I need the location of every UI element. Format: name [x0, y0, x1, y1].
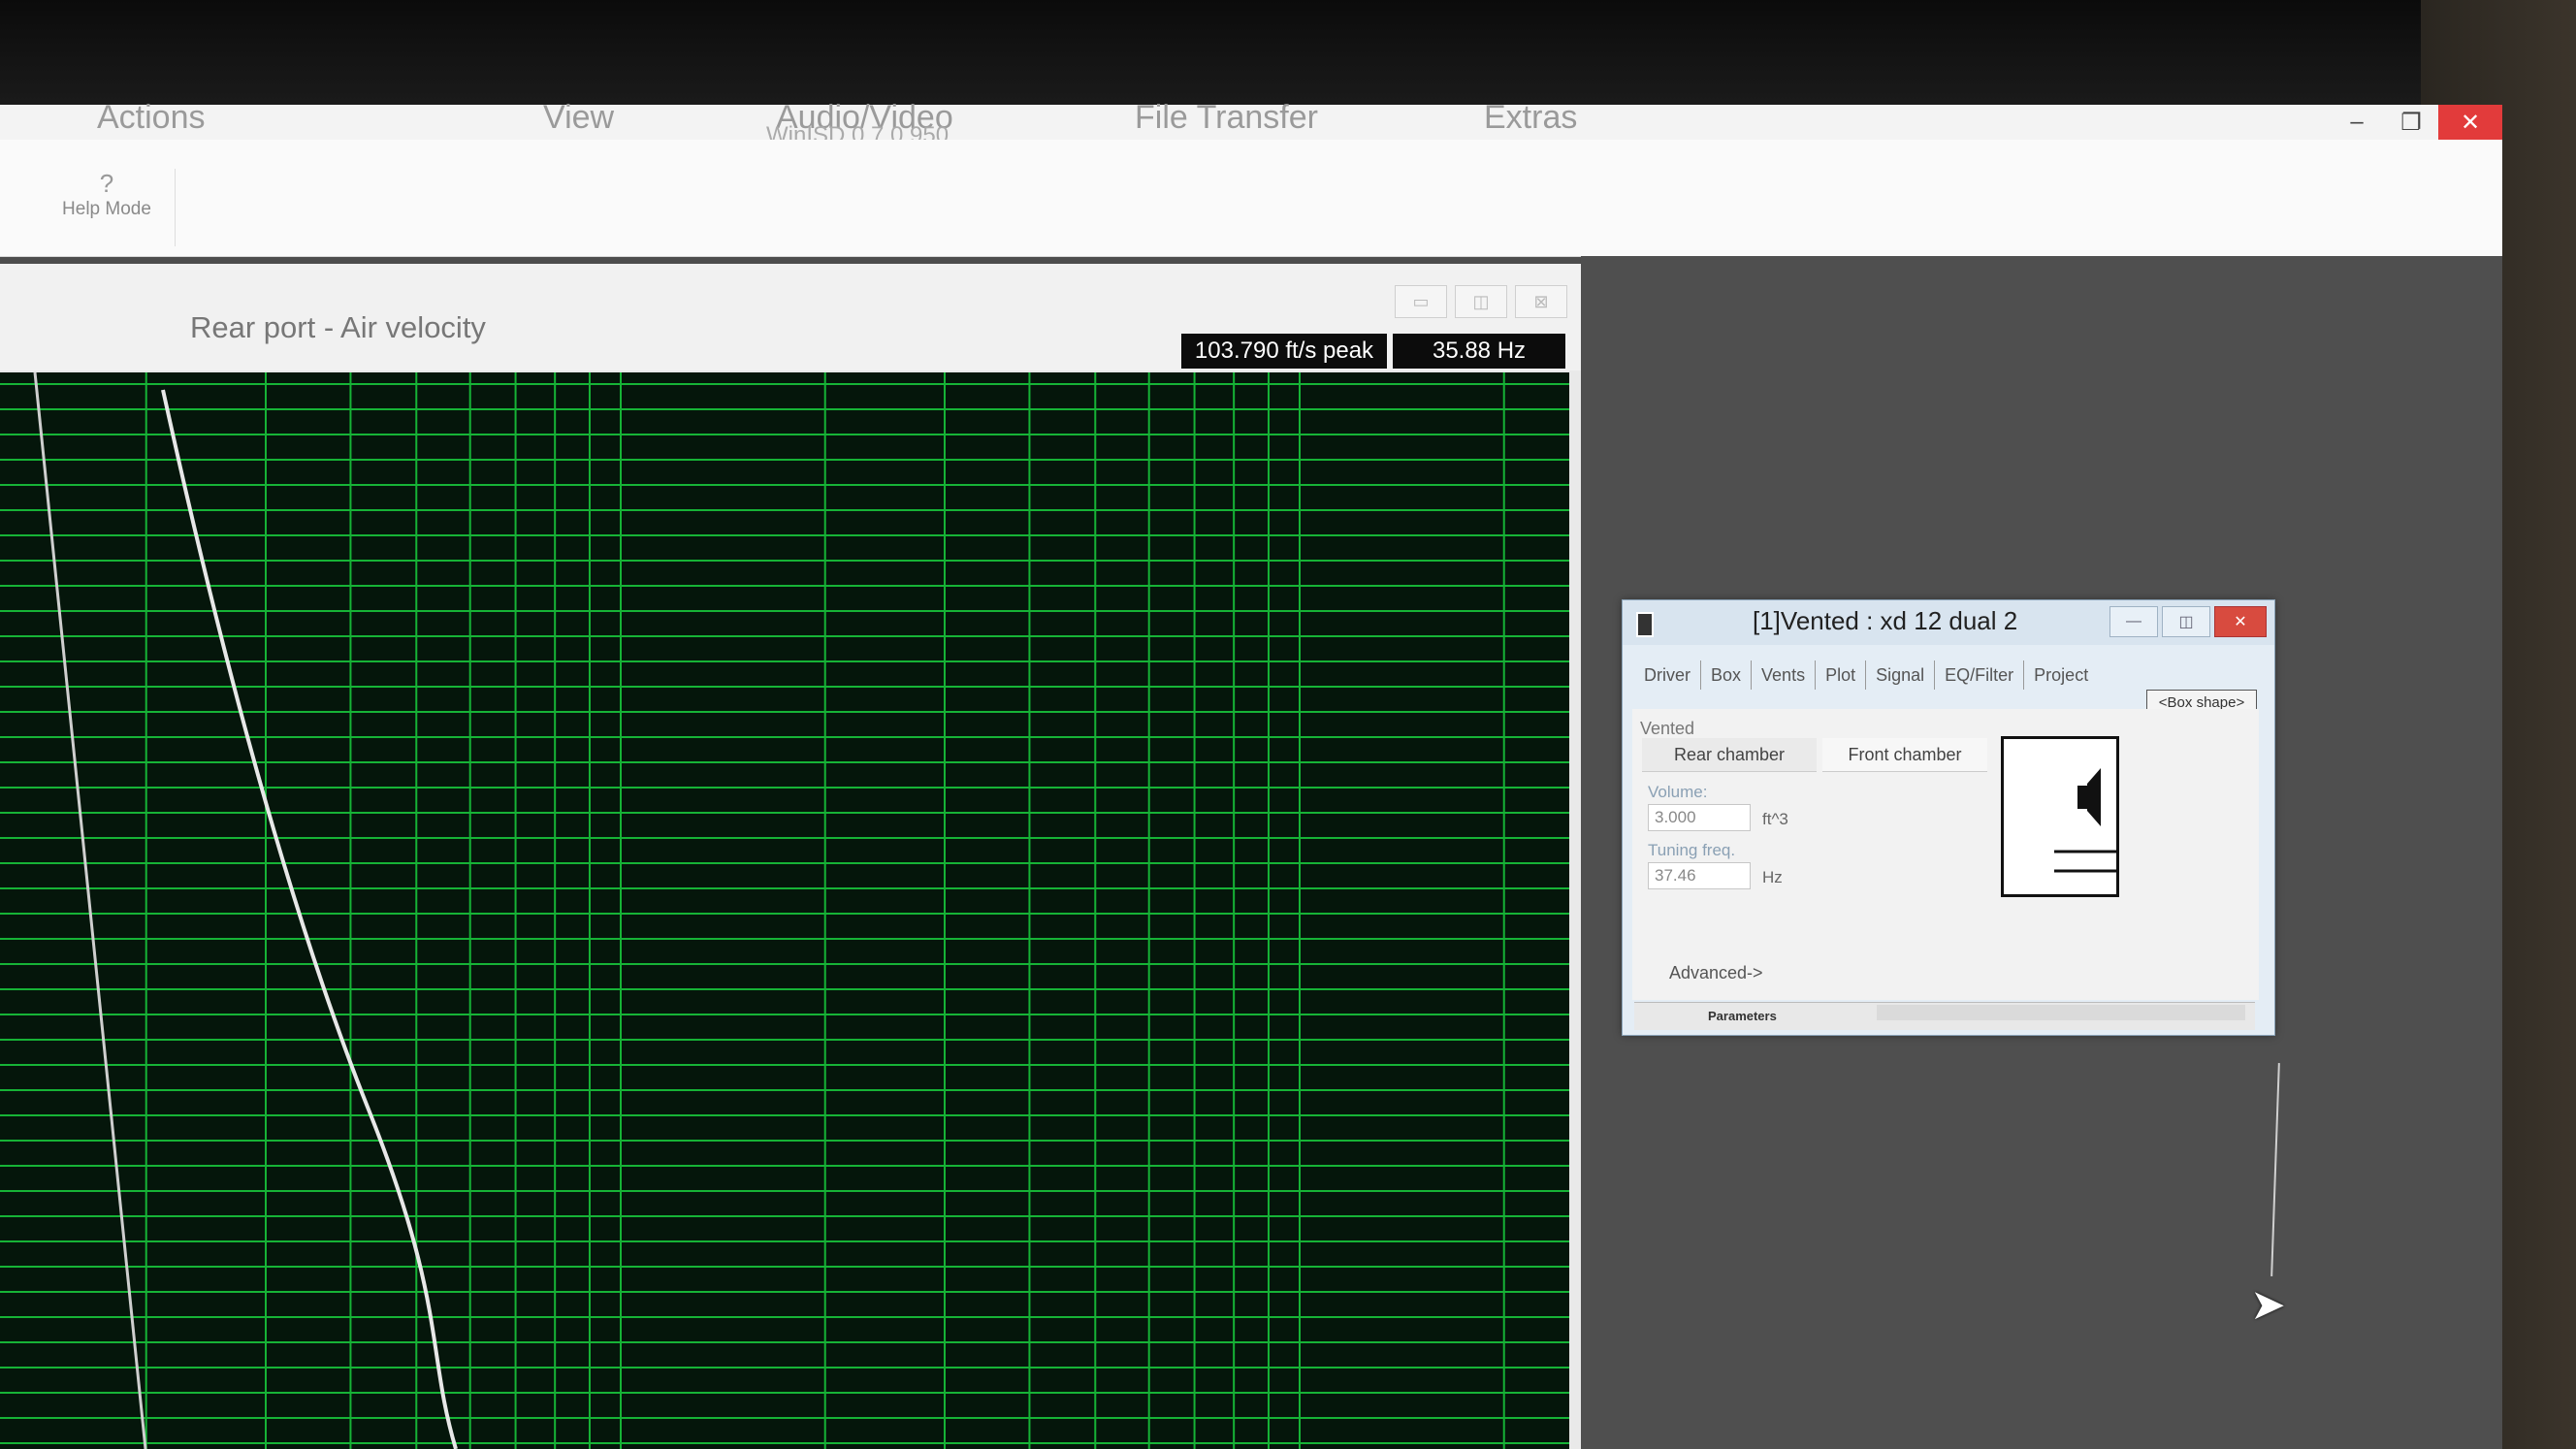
plot-title: Rear port - Air velocity: [190, 310, 486, 344]
tab-plot[interactable]: Plot: [1816, 660, 1867, 690]
menu-item-actions[interactable]: Actions: [97, 99, 206, 137]
tuning-freq-label: Tuning freq.: [1648, 841, 1736, 859]
window-icon: [1636, 612, 1654, 637]
volume-label: Volume:: [1648, 783, 1708, 801]
plot-window-controls: ▭ ◫ ⊠: [1395, 285, 1567, 318]
left-axis-line: [33, 372, 147, 1449]
tab-project[interactable]: Project: [2024, 660, 2098, 690]
plot-maximize-button[interactable]: ◫: [1455, 285, 1507, 318]
tab-signal[interactable]: Signal: [1866, 660, 1936, 690]
horizontal-scrollbar[interactable]: [1877, 1005, 2245, 1020]
mouse-cursor-icon: ➤: [2250, 1281, 2286, 1329]
tuning-freq-unit: Hz: [1762, 868, 1783, 886]
frequency-readout: 35.88 Hz: [1393, 334, 1565, 369]
box-diagram: [2001, 736, 2119, 897]
plot-area[interactable]: [0, 372, 1569, 1449]
front-chamber-tab[interactable]: Front chamber: [1822, 738, 1987, 772]
menu-bar: Actions View Audio/Video File Transfer E…: [0, 99, 2502, 148]
window-controls: – ❐ ✕: [2330, 105, 2502, 140]
volume-unit: ft^3: [1762, 810, 1788, 828]
minimize-button[interactable]: –: [2330, 105, 2384, 140]
help-icon: ?: [99, 169, 114, 198]
menu-item-file-transfer[interactable]: File Transfer: [1135, 99, 1318, 137]
box-panel: Vented Rear chamber Front chamber Volume…: [1632, 709, 2259, 1000]
menu-item-view[interactable]: View: [543, 99, 614, 137]
close-button[interactable]: ✕: [2438, 105, 2502, 140]
plot-minimize-button[interactable]: ▭: [1395, 285, 1447, 318]
dialog-close-button[interactable]: ✕: [2214, 606, 2267, 637]
tab-box[interactable]: Box: [1701, 660, 1753, 690]
speaker-box-icon: [2054, 768, 2116, 873]
volume-input[interactable]: [1648, 804, 1751, 831]
dialog-bottom-tabs: Parameters: [1634, 1002, 2255, 1030]
restore-button[interactable]: ❐: [2384, 105, 2438, 140]
tab-vents[interactable]: Vents: [1752, 660, 1817, 690]
dialog-restore-button[interactable]: ◫: [2162, 606, 2210, 637]
vented-section-label: Vented: [1640, 719, 1695, 738]
tab-parameters[interactable]: Parameters: [1708, 1009, 1777, 1023]
velocity-curve: [161, 389, 458, 1449]
plot-close-button[interactable]: ⊠: [1515, 285, 1567, 318]
menu-item-extras[interactable]: Extras: [1484, 99, 1577, 137]
help-mode-label: Help Mode: [62, 199, 151, 219]
advanced-link[interactable]: Advanced->: [1669, 963, 1763, 983]
dialog-window-controls: — ◫ ✕: [2109, 606, 2267, 637]
tuning-freq-input[interactable]: [1648, 862, 1751, 889]
plot-titlebar: Rear port - Air velocity ▭ ◫ ⊠ 103.790 f…: [0, 264, 1581, 370]
vented-project-dialog: [1]Vented : xd 12 dual 2 — ◫ ✕ Driver Bo…: [1622, 599, 2275, 1036]
tab-driver[interactable]: Driver: [1634, 660, 1701, 690]
rear-chamber-tab[interactable]: Rear chamber: [1642, 738, 1817, 772]
velocity-plot-svg: [0, 372, 1569, 1449]
peak-velocity-readout: 103.790 ft/s peak: [1181, 334, 1387, 369]
plot-window: Rear port - Air velocity ▭ ◫ ⊠ 103.790 f…: [0, 264, 1581, 1449]
tab-eq-filter[interactable]: EQ/Filter: [1935, 660, 2025, 690]
help-mode-button[interactable]: ? Help Mode: [39, 169, 176, 246]
dialog-titlebar[interactable]: [1]Vented : xd 12 dual 2 — ◫ ✕: [1623, 600, 2274, 645]
dialog-title: [1]Vented : xd 12 dual 2: [1753, 606, 2018, 635]
dialog-minimize-button[interactable]: —: [2109, 606, 2158, 637]
ribbon-toolbar: ? Help Mode: [0, 140, 2502, 257]
dialog-tabs: Driver Box Vents Plot Signal EQ/Filter P…: [1634, 660, 2098, 690]
